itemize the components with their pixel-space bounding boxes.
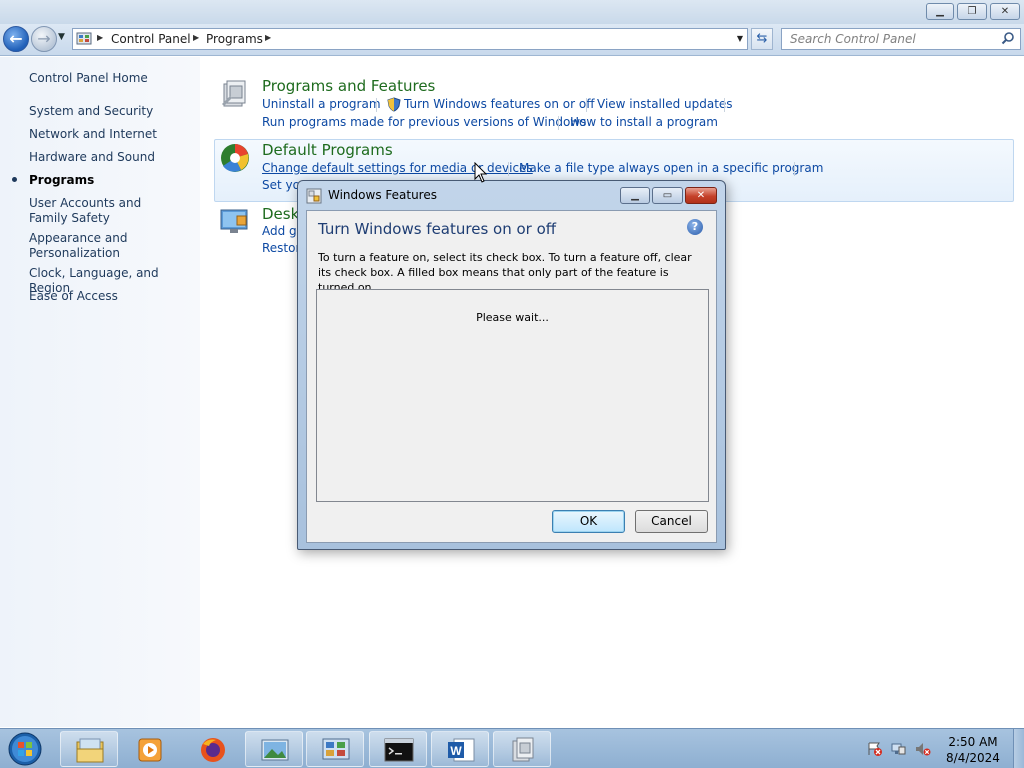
system-clock[interactable]: 2:50 AM 8/4/2024 [940,734,1006,766]
desktop-gadgets-icon[interactable] [219,205,251,237]
windows-features-icon [306,188,322,204]
back-button[interactable]: ← [3,26,29,52]
dialog-minimize-button[interactable]: ▁ [620,187,650,204]
search-icon[interactable] [1001,31,1015,45]
taskbar: W 2:50 AM 8/4/2024 [0,728,1024,768]
turn-windows-features-link[interactable]: Turn Windows features on or off [404,97,595,111]
network-error-icon[interactable] [891,742,907,756]
how-to-install-link[interactable]: How to install a program [570,115,718,129]
navigation-bar: ← → ▼ ▶ Control Panel ▶ Programs ▶ ▼ ⇆ S… [0,24,1024,56]
file-type-association-link[interactable]: Make a file type always open in a specif… [519,161,823,175]
taskbar-media-player[interactable] [120,731,178,767]
uac-shield-icon [387,97,401,112]
dialog-title: Windows Features [328,188,437,202]
refresh-button[interactable]: ⇆ [751,28,773,50]
forward-button[interactable]: → [31,26,57,52]
dialog-body: Turn Windows features on or off ? To tur… [306,210,717,543]
set-default-programs-link[interactable]: Set yo [262,178,300,192]
sidebar-item-ease-of-access[interactable]: Ease of Access [29,289,194,304]
sidebar-item-user-accounts[interactable]: User Accounts and Family Safety [29,196,179,226]
svg-text:W: W [450,744,462,758]
taskbar-control-panel[interactable] [306,731,364,767]
ok-button[interactable]: OK [552,510,625,533]
sidebar-item-appearance[interactable]: Appearance and Personalization [29,231,159,261]
taskbar-command-prompt[interactable] [369,731,427,767]
start-button[interactable] [3,730,47,768]
media-player-icon [138,738,162,762]
sidebar-item-control-panel-home[interactable]: Control Panel Home [29,71,194,86]
firefox-icon [201,738,225,762]
breadcrumb-separator-icon[interactable]: ▶ [265,33,271,42]
action-center-error-icon[interactable] [867,742,883,756]
clock-date: 8/4/2024 [946,751,1000,765]
window-titlebar: ▁ ❐ ✕ [0,0,1024,24]
command-prompt-icon [384,738,414,762]
run-older-programs-link[interactable]: Run programs made for previous versions … [262,115,586,129]
help-icon[interactable]: ? [687,219,703,235]
sidebar-item-network-and-internet[interactable]: Network and Internet [29,127,194,142]
sidebar-item-hardware-and-sound[interactable]: Hardware and Sound [29,150,194,165]
breadcrumb-separator-icon[interactable]: ▶ [97,33,103,42]
link-separator [376,98,377,112]
programs-and-features-icon[interactable] [218,78,250,110]
sidebar-item-programs[interactable]: Programs [29,173,194,188]
default-programs-icon[interactable] [219,142,251,174]
taskbar-photo-viewer[interactable] [245,731,303,767]
close-button[interactable]: ✕ [990,3,1020,20]
volume-muted-icon[interactable] [915,742,931,756]
breadcrumb-programs[interactable]: Programs [206,32,263,46]
link-separator [794,162,795,176]
address-bar[interactable]: ▶ Control Panel ▶ Programs ▶ ▼ [72,28,748,50]
refresh-icon: ⇆ [756,31,768,46]
microsoft-word-icon: W [448,738,475,762]
control-panel-icon [322,738,350,760]
taskbar-firefox[interactable] [183,731,241,767]
sidebar: Control Panel Home System and Security N… [0,57,200,727]
taskbar-programs-and-features[interactable] [493,731,551,767]
windows-features-dialog: Windows Features ▁ ▭ ✕ Turn Windows feat… [297,180,726,550]
dialog-heading: Turn Windows features on or off [318,220,557,238]
loading-status: Please wait... [476,311,549,324]
breadcrumb-separator-icon[interactable]: ▶ [193,33,199,42]
dialog-close-button[interactable]: ✕ [685,187,717,204]
active-bullet-icon [12,177,17,182]
feature-tree-list[interactable]: Please wait... [316,289,709,502]
dialog-maximize-button[interactable]: ▭ [652,187,683,204]
link-separator [586,98,587,112]
address-history-dropdown-icon[interactable]: ▼ [737,34,743,43]
taskbar-windows-explorer[interactable] [60,731,118,767]
search-placeholder: Search Control Panel [790,32,916,46]
sidebar-item-system-and-security[interactable]: System and Security [29,104,194,119]
breadcrumb-control-panel[interactable]: Control Panel [111,32,191,46]
search-input[interactable]: Search Control Panel [781,28,1021,50]
restore-button[interactable]: ❐ [957,3,987,20]
view-installed-updates-link[interactable]: View installed updates [597,97,733,111]
link-separator [558,116,559,130]
clock-time: 2:50 AM [948,735,998,749]
photo-viewer-icon [261,739,289,761]
minimize-button[interactable]: ▁ [926,3,954,20]
control-panel-icon [76,32,92,45]
restore-gadgets-link[interactable]: Restor [262,241,300,255]
default-programs-title[interactable]: Default Programs [262,141,393,159]
recent-pages-dropdown-icon[interactable]: ▼ [58,32,65,42]
programs-and-features-icon [512,737,534,762]
show-desktop-button[interactable] [1013,729,1024,768]
link-separator [508,162,509,176]
taskbar-microsoft-word[interactable]: W [431,731,489,767]
windows-explorer-icon [76,738,104,763]
change-media-settings-link[interactable]: Change default settings for media or dev… [262,161,533,175]
desktop-gadgets-title[interactable]: Desk [262,205,299,223]
link-separator [724,98,725,112]
cancel-button[interactable]: Cancel [635,510,708,533]
mouse-cursor-icon [474,162,488,183]
uninstall-program-link[interactable]: Uninstall a program [262,97,381,111]
programs-and-features-title[interactable]: Programs and Features [262,77,435,95]
